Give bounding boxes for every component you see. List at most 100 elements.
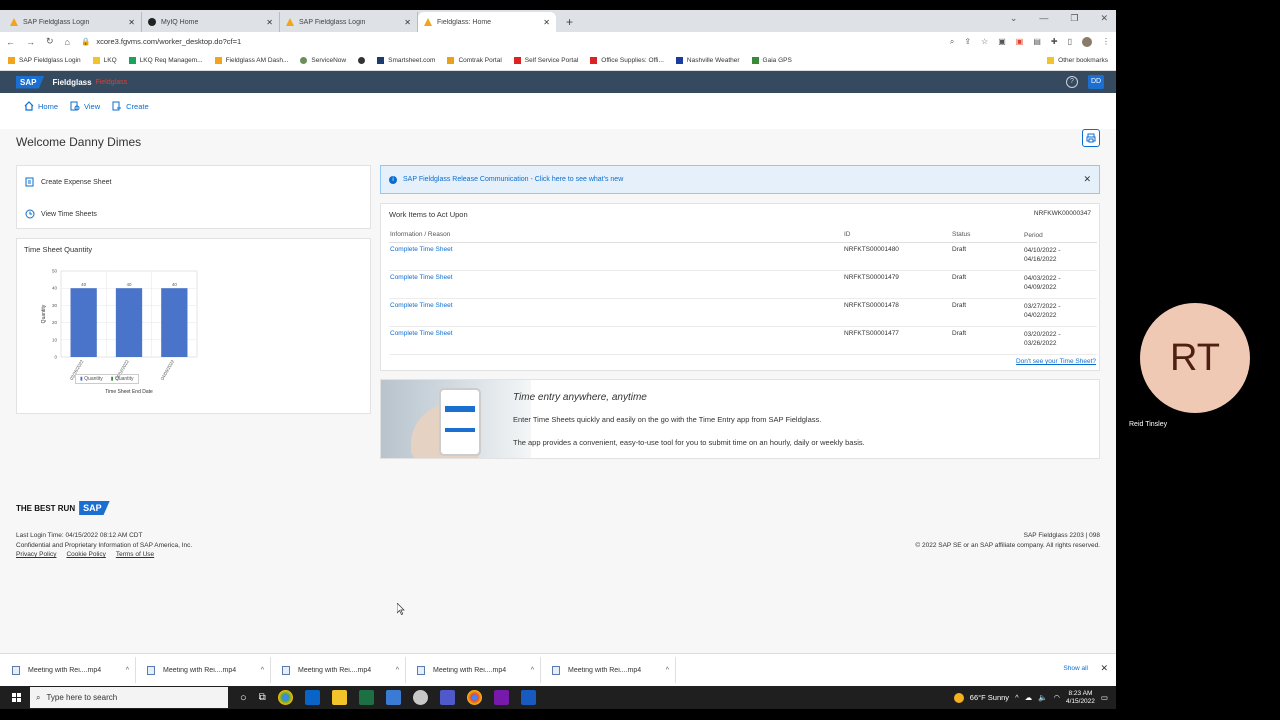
chrome-icon[interactable]: [277, 690, 293, 705]
download-item[interactable]: Meeting with Rei....mp4 ^: [411, 657, 541, 683]
extension-icon[interactable]: ▤: [1033, 37, 1041, 46]
close-window-icon[interactable]: ✕: [1100, 13, 1108, 24]
weather-text[interactable]: 66°F Sunny: [970, 693, 1009, 702]
url-field[interactable]: 🔒 xcore3.fgvms.com/worker_desktop.do?cf=…: [81, 37, 939, 46]
chevron-up-icon[interactable]: ^: [1015, 693, 1019, 702]
share-icon[interactable]: ⇪: [964, 37, 971, 46]
excel-icon[interactable]: [358, 690, 374, 705]
word-icon[interactable]: [520, 690, 536, 705]
complete-time-sheet-link[interactable]: Complete Time Sheet: [390, 302, 453, 309]
menu-icon[interactable]: ⋮: [1102, 37, 1110, 46]
new-tab-button[interactable]: +: [566, 15, 573, 29]
notifications-icon[interactable]: ▭: [1101, 693, 1108, 702]
restore-icon[interactable]: ❐: [1070, 13, 1078, 24]
work-items-title: Work Items to Act Upon: [389, 210, 468, 219]
bookmark-item[interactable]: Office Supplies: Offi...: [590, 57, 664, 64]
release-notification[interactable]: i SAP Fieldglass Release Communication -…: [380, 165, 1100, 194]
help-icon[interactable]: ?: [1066, 76, 1078, 88]
create-expense-sheet-link[interactable]: Create Expense Sheet: [17, 166, 370, 198]
complete-time-sheet-link[interactable]: Complete Time Sheet: [390, 246, 453, 253]
tab-4-active[interactable]: Fieldglass: Home ✕: [418, 12, 556, 32]
home-icon: [24, 101, 34, 111]
cortana-icon[interactable]: ○: [240, 692, 247, 704]
chevron-up-icon[interactable]: ^: [261, 667, 264, 674]
nav-create[interactable]: Create: [112, 101, 149, 111]
download-item[interactable]: Meeting with Rei....mp4 ^: [276, 657, 406, 683]
chevron-up-icon[interactable]: ^: [396, 667, 399, 674]
reload-icon[interactable]: ↻: [46, 36, 54, 47]
bookmark-item[interactable]: LKQ: [92, 57, 117, 64]
print-button[interactable]: [1082, 129, 1100, 147]
close-icon[interactable]: ✕: [128, 18, 135, 27]
work-items-card: Work Items to Act Upon NRFKWK00000347 In…: [380, 203, 1100, 371]
chevron-up-icon[interactable]: ^: [666, 667, 669, 674]
close-icon[interactable]: ✕: [1100, 663, 1108, 674]
chevron-up-icon[interactable]: ^: [531, 667, 534, 674]
privacy-policy-link[interactable]: Privacy Policy: [16, 550, 56, 560]
complete-time-sheet-link[interactable]: Complete Time Sheet: [390, 274, 453, 281]
other-bookmarks[interactable]: Other bookmarks: [1047, 57, 1108, 64]
close-icon[interactable]: ✕: [1083, 174, 1091, 185]
bookmark-item[interactable]: Fieldglass AM Dash...: [214, 57, 288, 64]
chrome-icon[interactable]: [466, 690, 482, 705]
dont-see-time-sheet-link[interactable]: Don't see your Time Sheet?: [1016, 358, 1096, 365]
download-item[interactable]: Meeting with Rei....mp4 ^: [6, 657, 136, 683]
terms-of-use-link[interactable]: Terms of Use: [116, 550, 154, 560]
forward-icon[interactable]: →: [26, 37, 35, 47]
close-icon[interactable]: ✕: [404, 18, 411, 27]
minimize-icon[interactable]: —: [1039, 13, 1048, 24]
volume-icon[interactable]: 🔈: [1038, 693, 1047, 702]
network-icon[interactable]: ☁: [1025, 693, 1033, 702]
back-icon[interactable]: ←: [6, 37, 15, 47]
show-all-button[interactable]: Show all: [1063, 665, 1088, 672]
bookmark-item[interactable]: ServiceNow: [300, 57, 346, 64]
tab-2[interactable]: MyIQ Home ✕: [142, 12, 280, 32]
puzzle-icon[interactable]: ✚: [1051, 37, 1058, 46]
snipping-tool-icon[interactable]: [412, 690, 428, 705]
view-time-sheets-link[interactable]: View Time Sheets: [17, 198, 370, 230]
sidebar-icon[interactable]: ▯: [1068, 37, 1072, 46]
complete-time-sheet-link[interactable]: Complete Time Sheet: [390, 330, 453, 337]
participant-name: Reid Tinsley: [1129, 421, 1168, 428]
clock[interactable]: 8:23 AM 4/15/2022: [1066, 690, 1095, 706]
close-icon[interactable]: ✕: [543, 18, 550, 27]
file-explorer-icon[interactable]: [331, 690, 347, 705]
bookmark-item[interactable]: Nashville Weather: [675, 57, 740, 64]
y-tick-label: 50: [52, 269, 58, 274]
nav-home[interactable]: Home: [24, 101, 58, 111]
wifi-icon[interactable]: ◠: [1053, 693, 1060, 702]
outlook-icon[interactable]: [304, 690, 320, 705]
star-icon[interactable]: ☆: [981, 37, 988, 46]
chevron-down-icon[interactable]: ⌄: [1010, 13, 1018, 24]
taskbar-search[interactable]: ⌕ Type here to search: [30, 687, 228, 708]
bookmark-item[interactable]: Smartsheet.com: [377, 57, 435, 64]
download-item[interactable]: Meeting with Rei....mp4 ^: [546, 657, 676, 683]
bookmark-item[interactable]: LKQ Req Managem...: [128, 57, 203, 64]
home-icon[interactable]: ⌂: [65, 37, 70, 47]
tab-1[interactable]: SAP Fieldglass Login ✕: [4, 12, 142, 32]
windows-start-icon[interactable]: [6, 688, 26, 708]
sap-logo[interactable]: SAP: [16, 75, 45, 89]
bookmark-item[interactable]: SAP Fieldglass Login: [8, 57, 81, 64]
chart-legend[interactable]: ▮ Quantity ▮ Quantity: [75, 374, 139, 384]
teams-icon[interactable]: [439, 690, 455, 705]
onenote-icon[interactable]: [493, 690, 509, 705]
extension-icon[interactable]: ▣: [998, 37, 1006, 46]
zoom-icon[interactable]: ⌕: [950, 37, 954, 47]
user-avatar[interactable]: DD: [1088, 75, 1104, 89]
chevron-up-icon[interactable]: ^: [126, 667, 129, 674]
view-icon: [70, 101, 80, 111]
profile-avatar[interactable]: [1082, 36, 1092, 47]
task-view-icon[interactable]: ⧉: [259, 692, 266, 703]
close-icon[interactable]: ✕: [266, 18, 273, 27]
bookmark-item[interactable]: Self Service Portal: [513, 57, 578, 64]
bookmark-item[interactable]: Gaia GPS: [751, 57, 792, 64]
tab-3[interactable]: SAP Fieldglass Login ✕: [280, 12, 418, 32]
extension-icon[interactable]: ▣: [1016, 37, 1024, 46]
download-item[interactable]: Meeting with Rei....mp4 ^: [141, 657, 271, 683]
bookmark-item[interactable]: [358, 57, 366, 64]
cookie-policy-link[interactable]: Cookie Policy: [66, 550, 105, 560]
calculator-icon[interactable]: [385, 690, 401, 705]
nav-view[interactable]: View: [70, 101, 100, 111]
bookmark-item[interactable]: Comtrak Portal: [447, 57, 502, 64]
